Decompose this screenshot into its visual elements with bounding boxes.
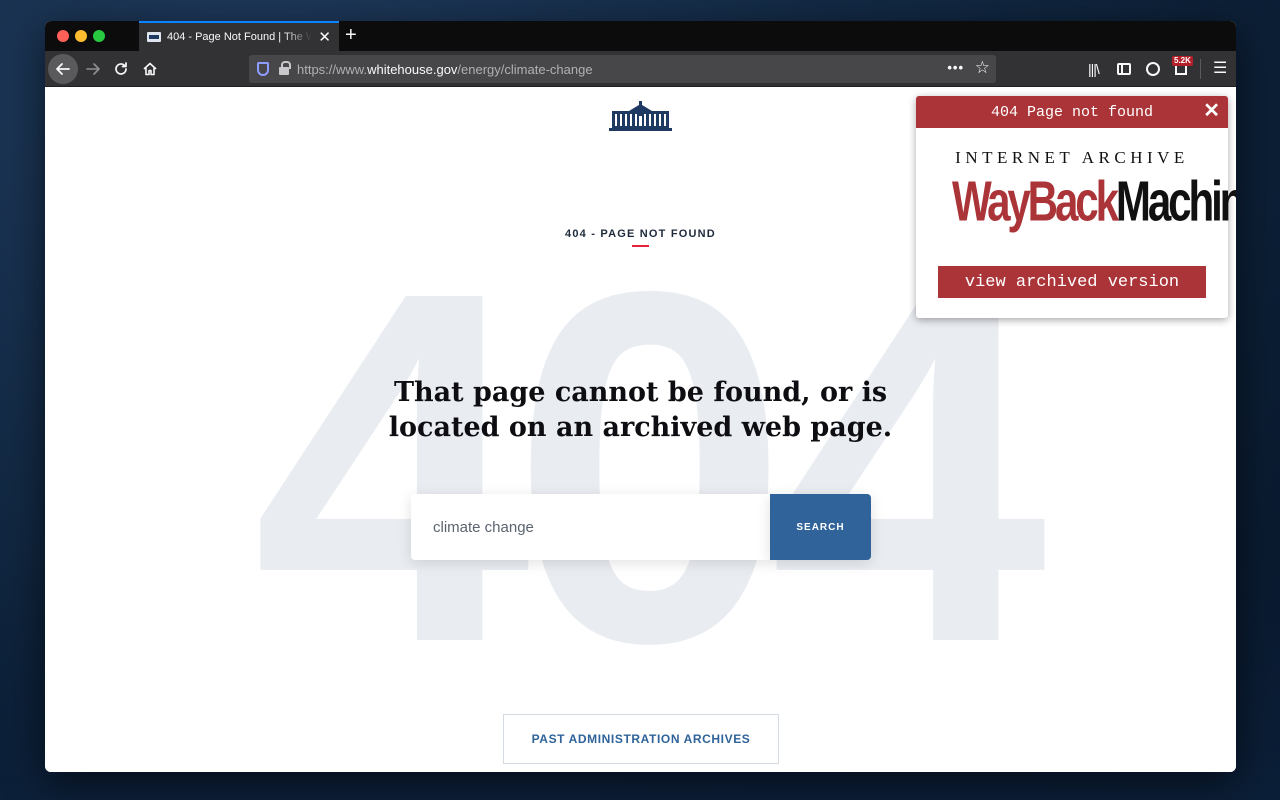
tracking-shield-icon[interactable]: [257, 62, 269, 76]
wayback-popup-title: 404 Page not found: [990, 103, 1154, 121]
view-archived-version-button[interactable]: view archived version: [938, 266, 1206, 298]
reload-icon[interactable]: [106, 54, 136, 84]
past-administration-archives-button[interactable]: PAST ADMINISTRATION ARCHIVES: [503, 714, 779, 764]
library-icon[interactable]: |||\: [1088, 60, 1100, 78]
search-field[interactable]: [411, 494, 771, 560]
page-content: 404 404 - PAGE NOT FOUND That page canno…: [45, 87, 1236, 772]
wayback-logo-text: WayBack: [952, 170, 1119, 234]
internet-archive-wordmark: INTERNET ARCHIVE: [955, 148, 1189, 167]
menu-icon[interactable]: ☰: [1213, 60, 1227, 78]
white-house-logo-icon[interactable]: [609, 101, 672, 131]
wayback-popup-header: 404 Page not found ✕: [916, 96, 1228, 128]
machine-logo-text: Machine: [1115, 170, 1236, 234]
tab-close-icon[interactable]: ✕: [318, 30, 331, 45]
url-host: whitehouse.gov: [367, 61, 458, 77]
search-input[interactable]: [433, 518, 753, 536]
close-icon[interactable]: ✕: [1203, 100, 1220, 122]
url-text[interactable]: https://www.whitehouse.gov/energy/climat…: [297, 62, 593, 77]
bookmark-star-icon[interactable]: ☆: [975, 58, 990, 78]
window-close-button[interactable]: [57, 30, 69, 42]
back-icon[interactable]: [48, 54, 78, 84]
url-path: /energy/climate-change: [457, 61, 593, 77]
search-button[interactable]: SEARCH: [770, 494, 871, 560]
new-tab-icon[interactable]: +: [345, 25, 357, 45]
tab-title: 404 - Page Not Found | The White House: [166, 31, 313, 43]
page-actions-icon[interactable]: •••: [947, 60, 964, 75]
url-bar[interactable]: https://www.whitehouse.gov/energy/climat…: [249, 55, 996, 83]
account-icon[interactable]: [1146, 62, 1160, 76]
home-icon[interactable]: [135, 54, 165, 84]
sidebar-icon[interactable]: [1117, 63, 1131, 75]
wayback-popup: 404 Page not found ✕ INTERNET ARCHIVE Wa…: [916, 96, 1236, 318]
tab-bar: 404 - Page Not Found | The White House ✕…: [45, 21, 1236, 51]
browser-window: 404 - Page Not Found | The White House ✕…: [45, 21, 1236, 772]
lock-icon[interactable]: [279, 61, 291, 75]
forward-icon[interactable]: [78, 54, 108, 84]
navigation-toolbar: https://www.whitehouse.gov/energy/climat…: [45, 51, 1236, 87]
page-headline: That page cannot be found, or is located…: [388, 377, 893, 443]
url-prefix: https://www.: [297, 61, 368, 77]
wayback-machine-logo: WayBackMachine: [952, 168, 1236, 242]
toolbar-separator: [1200, 59, 1201, 79]
window-minimize-button[interactable]: [75, 30, 87, 42]
extension-badge: 5.2K: [1172, 56, 1193, 66]
kicker-underline: [632, 245, 649, 247]
window-maximize-button[interactable]: [93, 30, 105, 42]
tab-active[interactable]: 404 - Page Not Found | The White House ✕: [139, 21, 339, 51]
whitehouse-favicon-icon: [147, 32, 161, 42]
